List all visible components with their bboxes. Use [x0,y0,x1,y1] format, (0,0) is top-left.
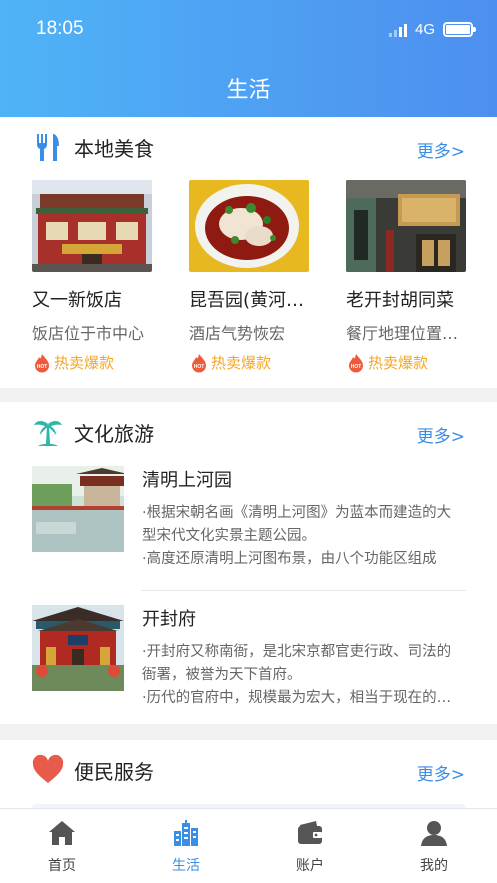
home-icon [49,821,75,845]
section-header: 文化旅游 更多> [0,402,497,458]
hot-flame-icon: HOT [349,353,363,372]
hot-flame-icon: HOT [192,353,206,372]
tab-label: 账户 [296,858,324,874]
hot-badge-text: HOT [194,364,205,370]
tab-account[interactable]: 账户 [248,809,372,883]
hot-flame-icon: HOT [35,353,49,372]
restaurant-name: 昆吾园(黄河路店) [189,290,309,311]
signal-icon [388,23,407,37]
culture-tourism-section: 文化旅游 更多> 清明上河园 ·根据宋朝名画《清明上河图》为蓝本而建造的大型宋代… [0,402,497,724]
hot-sale-tag: HOT 热卖爆款 [32,352,152,373]
food-more-link[interactable]: 更多> [417,137,465,162]
scenic-spot-name: 开封府 [142,609,196,630]
battery-icon [443,22,476,37]
user-icon [421,821,447,846]
scenic-photo [32,605,124,691]
hot-sale-label: 热卖爆款 [54,354,115,372]
service-more-link[interactable]: 更多> [417,760,465,785]
tab-home[interactable]: 首页 [0,809,124,883]
hot-badge-text: HOT [37,364,48,370]
fork-knife-icon [37,134,59,161]
tab-mine[interactable]: 我的 [372,809,496,883]
status-time: 18:05 [36,18,84,39]
scenic-photo [32,466,124,552]
convenience-service-section: 便民服务 更多> [0,740,497,808]
restaurant-desc: 饭店位于市中心 [32,324,145,343]
dish-photo [189,180,309,272]
section-title: 便民服务 [74,760,154,784]
local-food-section: 本地美食 更多> 又一新饭店 饭店位于市中心 HOT 热卖爆款 昆吾园(黄河路 … [0,117,497,388]
scenic-desc-line: ·开封府又称南衙，是北宋京都官吏行政、司法的衙署，被誉为天下首府。 [142,644,452,683]
wallet-icon [298,821,322,844]
section-title: 本地美食 [74,137,154,161]
hot-sale-tag: HOT 热卖爆款 [346,352,466,373]
app-header: 18:05 4G 生活 [0,0,497,117]
tab-label: 我的 [420,858,448,874]
tour-list-item[interactable]: 清明上河园 ·根据宋朝名画《清明上河图》为蓝本而建造的大型宋代文化实景主题公园。… [32,466,466,594]
tab-label: 首页 [48,858,76,874]
tab-label: 生活 [172,858,200,874]
restaurant-desc: 酒店气势恢宏 [189,324,286,343]
section-header: 本地美食 更多> [0,117,497,173]
page-title: 生活 [226,78,271,103]
section-header: 便民服务 更多> [0,740,497,796]
scenic-desc-line: ·根据宋朝名画《清明上河图》为蓝本而建造的大型宋代文化实景主题公园。 [142,505,452,544]
restaurant-name: 老开封胡同菜 [346,290,454,311]
restaurant-photo [32,180,152,272]
hot-badge-text: HOT [351,364,362,370]
food-card[interactable]: 昆吾园(黄河路店) 酒店气势恢宏 HOT 热卖爆款 [189,180,309,373]
bottom-tab-bar: 首页 生活 账户 我的 [0,808,497,883]
heart-icon [32,754,64,783]
scenic-desc-line: ·高度还原清明上河图布景，由八个功能区组成 [142,551,437,567]
section-title: 文化旅游 [74,422,154,446]
tab-life[interactable]: 生活 [124,809,248,883]
restaurant-photo [346,180,466,272]
restaurant-name: 又一新饭店 [32,290,122,311]
city-icon [174,820,198,846]
food-card[interactable]: 老开封胡同菜 餐厅地理位置优越 HOT 热卖爆款 [346,180,466,373]
hot-sale-label: 热卖爆款 [368,354,429,372]
tourism-more-link[interactable]: 更多> [417,422,465,447]
hot-sale-tag: HOT 热卖爆款 [189,352,309,373]
scenic-desc-line: ·历代的官府中，规模最为宏大，相当于现在的市政府 [142,690,464,706]
restaurant-desc: 餐厅地理位置优越 [346,324,466,343]
network-label: 4G [414,21,435,38]
tour-list-item[interactable]: 开封府 ·开封府又称南衙，是北宋京都官吏行政、司法的衙署，被誉为天下首府。 ·历… [32,605,466,733]
scenic-spot-name: 清明上河园 [142,470,232,491]
status-indicators: 4G [388,21,476,38]
hot-sale-label: 热卖爆款 [211,354,272,372]
item-divider [141,590,466,591]
food-card[interactable]: 又一新饭店 饭店位于市中心 HOT 热卖爆款 [32,180,152,373]
palm-tree-icon [34,421,62,446]
